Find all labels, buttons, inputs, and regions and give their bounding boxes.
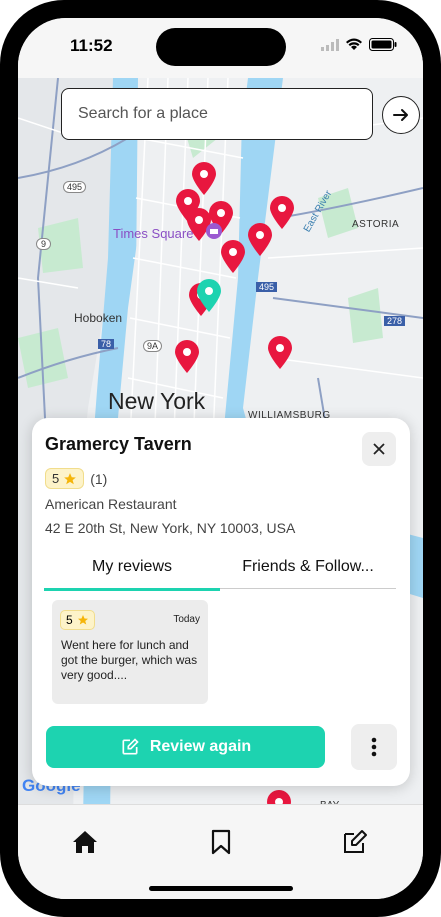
map-pin[interactable]	[220, 240, 246, 274]
edit-icon	[344, 830, 367, 853]
search-input[interactable]: Search for a place	[61, 88, 373, 140]
star-icon	[77, 615, 88, 625]
tab-bar	[18, 804, 423, 899]
screen: 11:52 Times Square ASTORIA East River Ho…	[18, 18, 423, 899]
map-pin[interactable]	[267, 336, 293, 370]
review-again-button[interactable]: Review again	[46, 726, 325, 768]
search-go-button[interactable]	[382, 96, 420, 134]
phone-frame: 11:52 Times Square ASTORIA East River Ho…	[0, 0, 441, 917]
battery-icon	[369, 38, 397, 51]
place-name: Gramercy Tavern	[45, 434, 192, 454]
dynamic-island	[156, 28, 286, 66]
place-category: American Restaurant	[45, 496, 177, 512]
rating-value: 5	[52, 471, 60, 486]
home-icon	[73, 831, 97, 853]
map-pin[interactable]	[247, 223, 273, 257]
star-icon	[64, 472, 77, 484]
home-indicator	[149, 886, 293, 891]
map-label-astoria: ASTORIA	[352, 219, 400, 230]
route-495-shield-west: 495	[63, 181, 87, 193]
bookmark-icon	[211, 829, 231, 855]
review-rating-badge: 5	[60, 610, 95, 630]
close-button[interactable]	[362, 432, 396, 466]
tab-friends-following[interactable]: Friends & Follow...	[220, 546, 396, 589]
more-options-button[interactable]	[351, 724, 397, 770]
review-date: Today	[173, 614, 200, 625]
route-78-shield: 78	[98, 339, 115, 349]
review-rating-value: 5	[66, 613, 73, 627]
review-again-label: Review again	[149, 738, 252, 755]
tab-home[interactable]	[70, 827, 100, 857]
map-label-new-york: New York	[108, 388, 206, 414]
close-icon	[373, 443, 385, 455]
route-278-shield: 278	[384, 316, 406, 326]
status-bar: 11:52	[18, 18, 423, 78]
more-vertical-icon	[371, 737, 377, 757]
arrow-right-icon	[393, 109, 408, 121]
search-placeholder: Search for a place	[78, 105, 208, 122]
tab-write-review[interactable]	[340, 827, 370, 857]
map-pin[interactable]	[174, 340, 200, 374]
map-label-hoboken: Hoboken	[74, 311, 123, 325]
rating-badge: 5	[45, 468, 85, 489]
route-495-shield-east: 495	[256, 282, 278, 292]
rating-count: (1)	[90, 470, 108, 487]
tab-saved[interactable]	[206, 827, 236, 857]
status-icons	[321, 38, 397, 51]
map-label-times-square: Times Square	[113, 226, 194, 241]
review-tabs: My reviews Friends & Follow...	[44, 546, 396, 591]
place-address: 42 E 20th St, New York, NY 10003, USA	[45, 520, 296, 536]
signal-icon	[321, 38, 339, 51]
status-time: 11:52	[70, 36, 113, 55]
tab-my-reviews[interactable]: My reviews	[44, 546, 220, 591]
rating-row: 5 (1)	[45, 468, 107, 489]
place-card: Gramercy Tavern 5 (1) American Restauran…	[32, 418, 410, 786]
route-9a-shield: 9A	[143, 340, 163, 352]
edit-icon	[122, 738, 139, 755]
review-card[interactable]: 5 Today Went here for lunch and got the …	[52, 600, 208, 704]
selected-map-pin[interactable]	[196, 279, 222, 313]
route-9-shield: 9	[36, 238, 52, 250]
times-square-icon	[206, 223, 222, 239]
wifi-icon	[346, 38, 362, 50]
review-text: Went here for lunch and got the burger, …	[61, 638, 198, 682]
